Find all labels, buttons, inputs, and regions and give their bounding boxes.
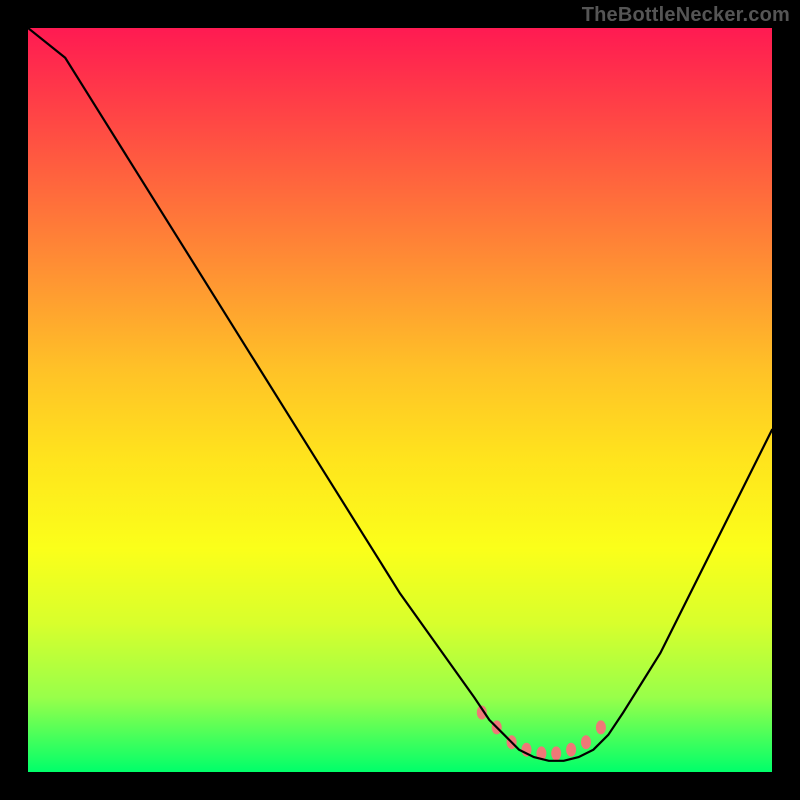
plot-area	[28, 28, 772, 772]
curve-marker	[566, 743, 576, 757]
curve-marker	[581, 735, 591, 749]
attribution-label: TheBottleNecker.com	[582, 4, 790, 27]
chart-container: TheBottleNecker.com	[0, 0, 800, 800]
curve-line	[28, 28, 772, 761]
curve-marker	[596, 720, 606, 734]
chart-svg	[28, 28, 772, 772]
curve-marker	[551, 746, 561, 760]
